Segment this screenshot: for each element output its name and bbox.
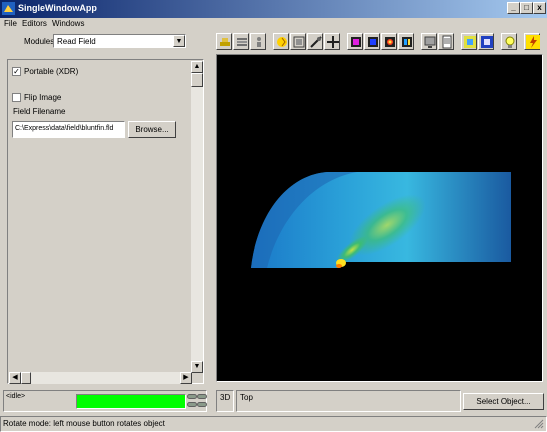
rotate-icon[interactable] <box>273 33 289 50</box>
status-bar: Rotate mode: left mouse button rotates o… <box>0 416 547 432</box>
horizontal-scrollbar[interactable]: ◀ ▶ <box>9 372 192 384</box>
minimize-button[interactable]: _ <box>507 2 520 14</box>
flip-image-checkbox-row[interactable]: Flip Image <box>12 93 62 103</box>
progress-bar <box>76 394 186 409</box>
magenta-cube-icon[interactable] <box>347 33 363 50</box>
chevron-down-icon[interactable]: ▼ <box>173 35 185 47</box>
figure-icon[interactable] <box>250 33 266 50</box>
field-filename-input[interactable]: C:\Express\data\field\bluntfin.fld <box>12 121 125 138</box>
scroll-right-icon[interactable]: ▶ <box>180 372 192 384</box>
cross-icon[interactable] <box>324 33 340 50</box>
indicator-icon <box>187 394 197 399</box>
title-bar: SingleWindowApp _ □ x <box>0 0 547 18</box>
field-filename-label: Field Filename <box>13 107 66 116</box>
grid-icon[interactable] <box>461 33 477 50</box>
parameter-panel-content: ✓ Portable (XDR) Flip Image Field Filenam… <box>9 61 192 373</box>
blue-pair-icon[interactable] <box>398 33 414 50</box>
hscroll-thumb[interactable] <box>21 372 31 384</box>
frame-icon[interactable] <box>290 33 306 50</box>
resize-grip-icon[interactable] <box>534 419 544 429</box>
modules-selected: Read Field <box>57 37 96 46</box>
document-icon[interactable] <box>438 33 454 50</box>
blue-cube-icon[interactable] <box>364 33 380 50</box>
hat-icon[interactable] <box>216 33 232 50</box>
status-box: <idle> <box>3 390 207 412</box>
window-icon[interactable] <box>478 33 494 50</box>
portable-label: Portable (XDR) <box>24 67 79 76</box>
select-object-button[interactable]: Select Object... <box>463 393 544 410</box>
menu-file[interactable]: File <box>4 19 17 28</box>
indicator-icon <box>197 394 207 399</box>
maximize-button[interactable]: □ <box>520 2 533 14</box>
viewer-toolbar <box>216 33 546 53</box>
indicator-icon <box>197 402 207 407</box>
idle-status: <idle> <box>6 393 26 400</box>
bulb-icon[interactable] <box>501 33 517 50</box>
close-button[interactable]: x <box>533 2 546 14</box>
modules-dropdown[interactable]: Read Field ▼ <box>53 34 186 48</box>
red-cube-icon[interactable] <box>381 33 397 50</box>
scroll-up-icon[interactable]: ▲ <box>191 61 203 73</box>
layers-icon[interactable] <box>233 33 249 50</box>
scroll-down-icon[interactable]: ▼ <box>191 361 203 373</box>
window-title: SingleWindowApp <box>18 3 97 13</box>
menu-bar: File Editors Windows <box>0 18 547 30</box>
viewer-viewport[interactable] <box>216 54 543 382</box>
bluntfin-render <box>251 172 511 268</box>
flip-image-label: Flip Image <box>24 93 62 102</box>
lightning-icon[interactable] <box>524 33 540 50</box>
status-message: Rotate mode: left mouse button rotates o… <box>3 419 165 428</box>
browse-button[interactable]: Browse... <box>128 121 176 138</box>
indicator-icon <box>187 402 197 407</box>
scroll-left-icon[interactable]: ◀ <box>9 372 21 384</box>
scroll-thumb[interactable] <box>191 73 203 87</box>
menu-editors[interactable]: Editors <box>22 19 47 28</box>
view-indicator: Top <box>236 390 461 412</box>
app-icon <box>2 2 15 15</box>
split-icon[interactable] <box>307 33 323 50</box>
portable-checkbox-row[interactable]: ✓ Portable (XDR) <box>12 67 79 77</box>
vertical-scrollbar[interactable]: ▲ ▼ <box>191 61 203 373</box>
flip-image-checkbox[interactable] <box>12 93 21 103</box>
portable-checkbox[interactable]: ✓ <box>12 67 21 77</box>
modules-label: Modules <box>24 37 55 46</box>
monitor-icon[interactable] <box>421 33 437 50</box>
mode-indicator: 3D <box>216 390 234 412</box>
menu-windows[interactable]: Windows <box>52 19 84 28</box>
parameter-panel: ✓ Portable (XDR) Flip Image Field Filenam… <box>7 59 204 384</box>
viewer-status: 3D Top Select Object... <box>216 390 546 412</box>
